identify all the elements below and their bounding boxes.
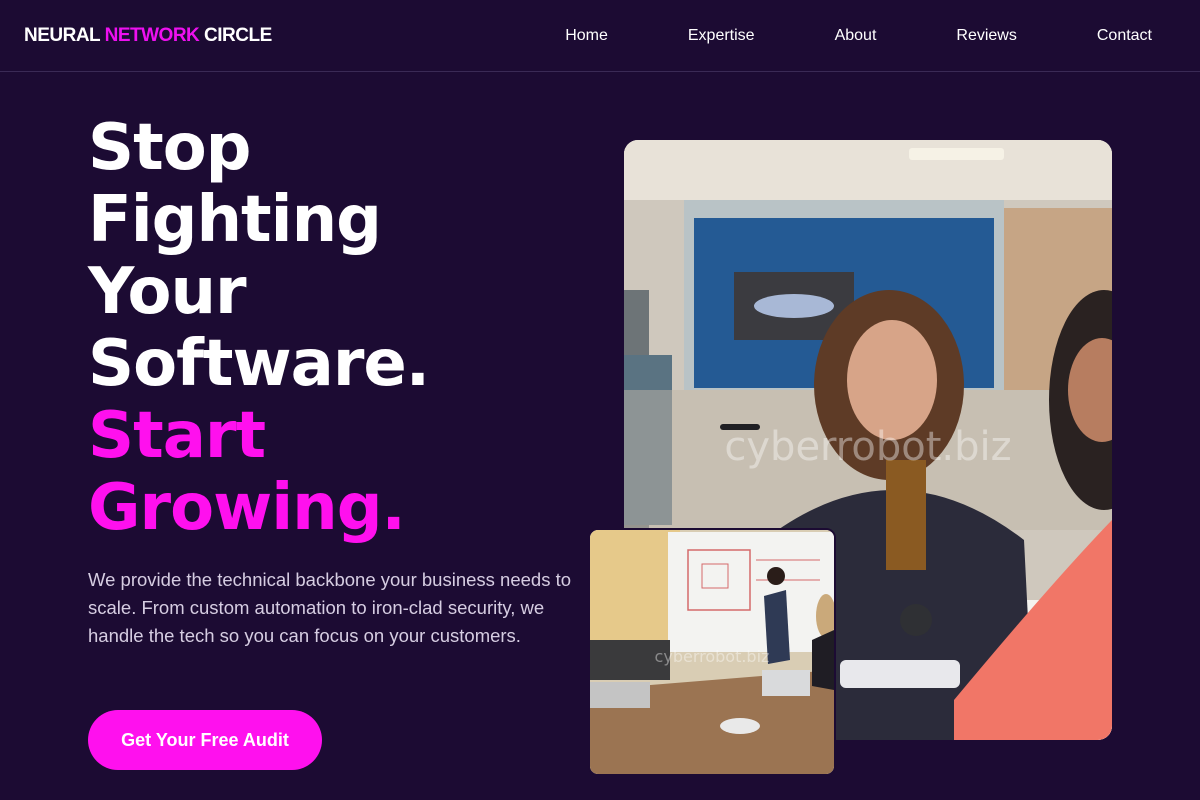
hero-title-line: Fighting	[88, 183, 382, 257]
meeting-room-photo: cyberrobot.biz	[588, 528, 836, 776]
site-header: NEURAL NETWORK CIRCLE Home Expertise Abo…	[0, 0, 1200, 72]
hero-title-line: Software.	[88, 327, 430, 401]
site-logo[interactable]: NEURAL NETWORK CIRCLE	[24, 24, 272, 48]
hero-accent-line: Growing.	[88, 471, 406, 545]
hero-title-line: Your	[88, 255, 247, 329]
nav-link-reviews[interactable]: Reviews	[956, 25, 1016, 47]
watermark-text: cyberrobot.biz	[724, 424, 1011, 470]
free-audit-button[interactable]: Get Your Free Audit	[88, 710, 322, 770]
hero-title: Stop Fighting Your Software. Start Growi…	[88, 112, 568, 544]
main-nav: Home Expertise About Reviews Contact	[565, 25, 1152, 47]
watermark-text: cyberrobot.biz	[655, 647, 770, 666]
meeting-room-illustration: cyberrobot.biz	[590, 530, 834, 774]
logo-text-circle: CIRCLE	[199, 25, 272, 46]
hero-accent-line: Start	[88, 399, 266, 473]
logo-text-neural: NEURAL	[24, 25, 105, 46]
nav-link-home[interactable]: Home	[565, 25, 608, 47]
hero-description: We provide the technical backbone your b…	[88, 569, 572, 646]
nav-link-about[interactable]: About	[835, 25, 877, 47]
nav-link-contact[interactable]: Contact	[1097, 25, 1152, 47]
logo-text-network: NETWORK	[104, 25, 200, 46]
hero-title-line: Stop	[88, 111, 251, 185]
nav-link-expertise[interactable]: Expertise	[688, 25, 755, 47]
